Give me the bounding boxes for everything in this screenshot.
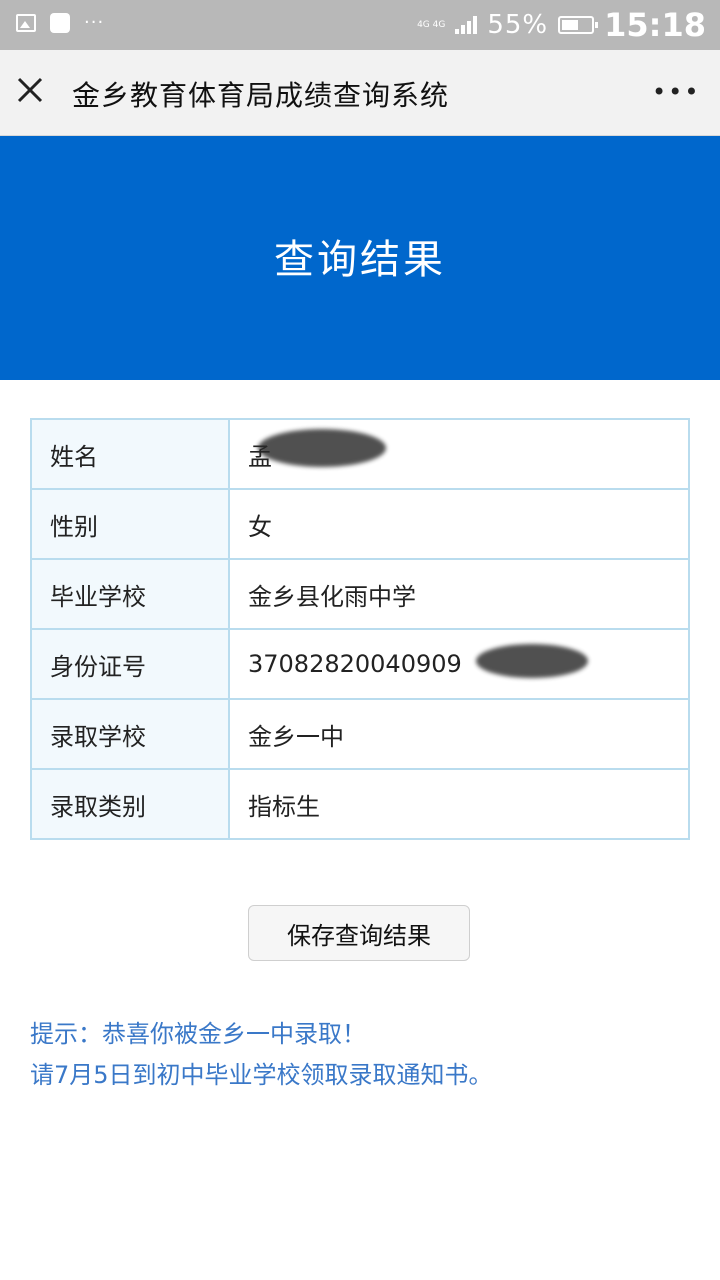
battery-icon [558,16,599,34]
image-notification-icon [16,14,36,32]
save-result-button[interactable]: 保存查询结果 [248,905,470,961]
table-row: 性别 女 [30,488,690,560]
app-header: 金乡教育体育局成绩查询系统 ••• [0,50,720,136]
graduation-school-label: 毕业学校 [30,558,230,630]
clock: 15:18 [604,6,706,44]
battery-percent: 55% [487,10,549,40]
network-type-label: 4G 4G [417,20,446,30]
banner-title: 查询结果 [274,237,446,283]
more-menu-button[interactable]: ••• [652,78,698,108]
id-number-label: 身份证号 [30,628,230,700]
more-notifications-icon: ··· [84,12,105,33]
result-table: 姓名 孟 性别 女 毕业学校 金乡县化雨中学 身份证号 370828200409… [30,418,690,840]
table-row: 毕业学校 金乡县化雨中学 [30,558,690,630]
table-row: 姓名 孟 [30,418,690,490]
redacted-id-number: 37082820040909 [248,644,588,678]
name-value: 孟 [228,418,690,490]
redacted-name: 孟 [248,428,386,472]
signal-icon [455,16,478,34]
notice: 提示：恭喜你被金乡一中录取！ 请7月5日到初中毕业学校领取录取通知书。 [30,1014,493,1096]
graduation-school-value: 金乡县化雨中学 [228,558,690,630]
admission-school-label: 录取学校 [30,698,230,770]
page-title: 金乡教育体育局成绩查询系统 [72,79,450,112]
status-bar: ··· 4G 4G 55% 15:18 [0,0,720,50]
admission-type-value: 指标生 [228,768,690,840]
admission-type-label: 录取类别 [30,768,230,840]
table-row: 录取学校 金乡一中 [30,698,690,770]
app-notification-icon [50,13,70,33]
close-button[interactable] [16,76,56,116]
close-icon [17,77,43,103]
result-banner: 查询结果 [0,136,720,380]
gender-label: 性别 [30,488,230,560]
gender-value: 女 [228,488,690,560]
id-number-value: 37082820040909 [228,628,690,700]
name-label: 姓名 [30,418,230,490]
admission-school-value: 金乡一中 [228,698,690,770]
more-icon: ••• [652,78,701,106]
table-row: 录取类别 指标生 [30,768,690,840]
table-row: 身份证号 37082820040909 [30,628,690,700]
notice-line-2: 请7月5日到初中毕业学校领取录取通知书。 [30,1061,493,1089]
notice-line-1: 提示：恭喜你被金乡一中录取！ [30,1020,366,1048]
